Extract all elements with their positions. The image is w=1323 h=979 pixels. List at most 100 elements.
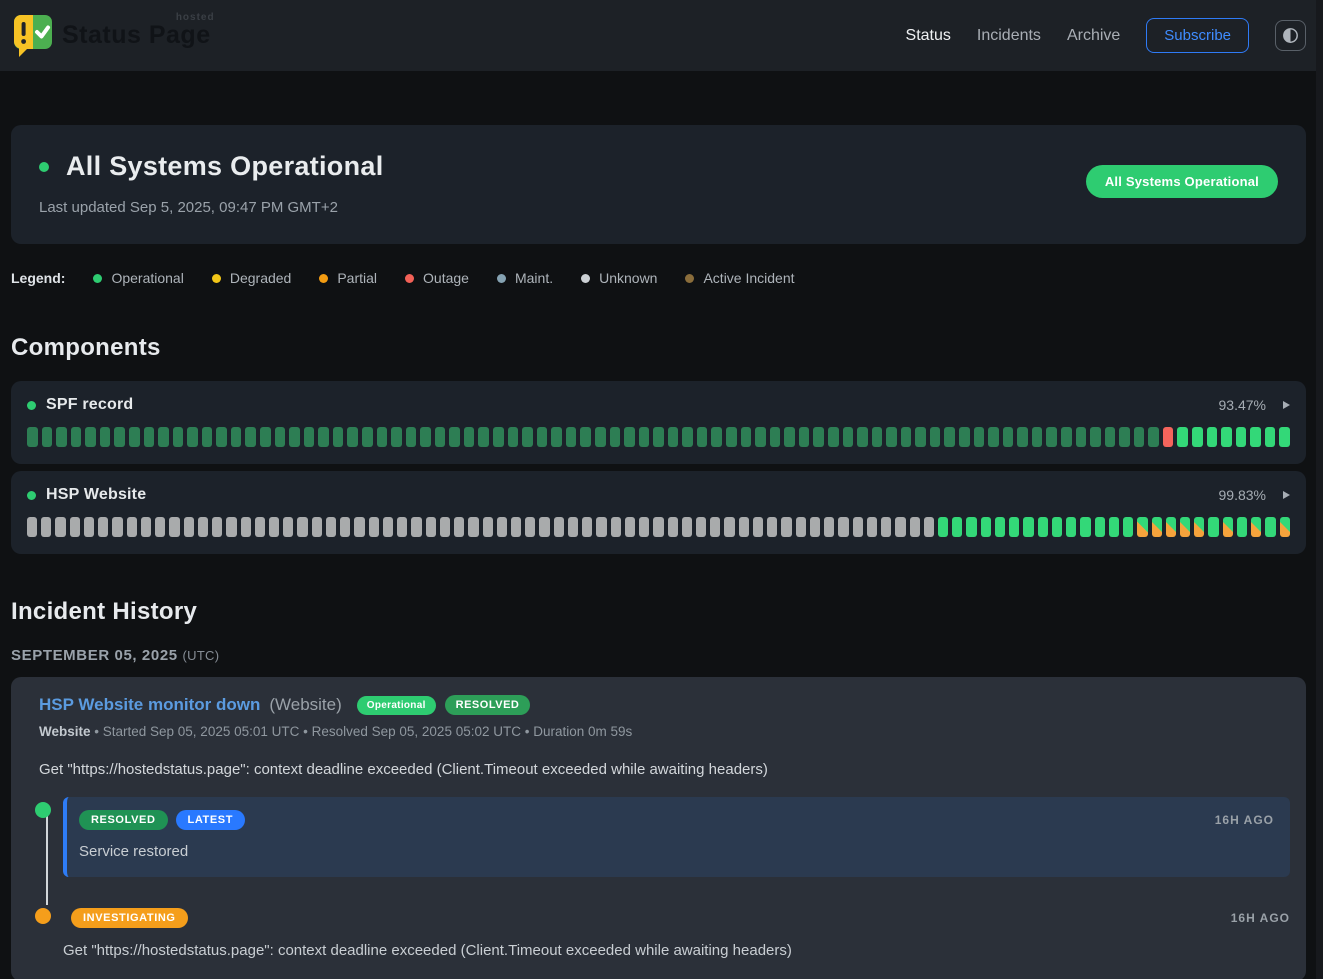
uptime-bar[interactable] [1032, 427, 1043, 447]
uptime-bar[interactable] [354, 517, 364, 537]
incident-title-link[interactable]: HSP Website monitor down [39, 695, 260, 715]
uptime-bar[interactable] [478, 427, 489, 447]
uptime-bar[interactable] [1095, 517, 1105, 537]
uptime-bar[interactable] [944, 427, 955, 447]
uptime-bar[interactable] [568, 517, 578, 537]
uptime-bar[interactable] [508, 427, 519, 447]
uptime-bar[interactable] [391, 427, 402, 447]
uptime-bar[interactable] [114, 427, 125, 447]
uptime-bar[interactable] [1152, 517, 1162, 537]
uptime-bar[interactable] [362, 427, 373, 447]
uptime-bar[interactable] [449, 427, 460, 447]
uptime-bar[interactable] [653, 517, 663, 537]
uptime-bar[interactable] [1166, 517, 1176, 537]
uptime-bar[interactable] [867, 517, 877, 537]
uptime-bar[interactable] [1052, 517, 1062, 537]
uptime-bar[interactable] [1194, 517, 1204, 537]
uptime-bar[interactable] [551, 427, 562, 447]
uptime-bar[interactable] [537, 427, 548, 447]
uptime-bar[interactable] [71, 427, 82, 447]
uptime-bar[interactable] [1090, 427, 1101, 447]
uptime-bar[interactable] [255, 517, 265, 537]
uptime-bar[interactable] [100, 427, 111, 447]
uptime-bar[interactable] [767, 517, 777, 537]
uptime-bar[interactable] [872, 427, 883, 447]
uptime-bar[interactable] [304, 427, 315, 447]
expand-icon[interactable] [1283, 491, 1290, 499]
uptime-bar[interactable] [1221, 427, 1232, 447]
uptime-bar[interactable] [312, 517, 322, 537]
uptime-bar[interactable] [245, 427, 256, 447]
uptime-bar[interactable] [857, 427, 868, 447]
uptime-bar[interactable] [1076, 427, 1087, 447]
uptime-bar[interactable] [886, 427, 897, 447]
uptime-bar[interactable] [1046, 427, 1057, 447]
uptime-bar[interactable] [726, 427, 737, 447]
uptime-bar[interactable] [202, 427, 213, 447]
uptime-bar[interactable] [910, 517, 920, 537]
uptime-bar[interactable] [1009, 517, 1019, 537]
uptime-bar[interactable] [813, 427, 824, 447]
uptime-bar[interactable] [781, 517, 791, 537]
uptime-bar[interactable] [755, 427, 766, 447]
uptime-bar[interactable] [141, 517, 151, 537]
uptime-bar[interactable] [1061, 427, 1072, 447]
uptime-bar[interactable] [406, 427, 417, 447]
component-card-hsp-website[interactable]: HSP Website 99.83% [11, 471, 1306, 554]
uptime-bar[interactable] [1109, 517, 1119, 537]
uptime-bar[interactable] [554, 517, 564, 537]
uptime-bar[interactable] [682, 427, 693, 447]
uptime-bar[interactable] [582, 517, 592, 537]
uptime-bar[interactable] [843, 427, 854, 447]
uptime-bar[interactable] [995, 517, 1005, 537]
uptime-bars[interactable] [27, 427, 1290, 447]
uptime-bar[interactable] [318, 427, 329, 447]
uptime-bar[interactable] [347, 427, 358, 447]
component-card-spf[interactable]: SPF record 93.47% [11, 381, 1306, 464]
uptime-bar[interactable] [212, 517, 222, 537]
uptime-bar[interactable] [895, 517, 905, 537]
uptime-bar[interactable] [1250, 427, 1261, 447]
uptime-bar[interactable] [1017, 427, 1028, 447]
uptime-bar[interactable] [169, 517, 179, 537]
nav-archive[interactable]: Archive [1067, 27, 1120, 45]
uptime-bar[interactable] [231, 427, 242, 447]
uptime-bar[interactable] [198, 517, 208, 537]
uptime-bar[interactable] [611, 517, 621, 537]
uptime-bar[interactable] [1023, 517, 1033, 537]
uptime-bar[interactable] [610, 427, 621, 447]
uptime-bar[interactable] [639, 517, 649, 537]
uptime-bar[interactable] [155, 517, 165, 537]
uptime-bar[interactable] [369, 517, 379, 537]
uptime-bar[interactable] [1207, 427, 1218, 447]
uptime-bar[interactable] [539, 517, 549, 537]
uptime-bar[interactable] [595, 427, 606, 447]
uptime-bar[interactable] [112, 517, 122, 537]
uptime-bar[interactable] [525, 517, 535, 537]
uptime-bar[interactable] [1180, 517, 1190, 537]
uptime-bar[interactable] [1237, 517, 1247, 537]
uptime-bar[interactable] [464, 427, 475, 447]
uptime-bar[interactable] [915, 427, 926, 447]
uptime-bar[interactable] [799, 427, 810, 447]
uptime-bar[interactable] [741, 427, 752, 447]
uptime-bar[interactable] [27, 427, 38, 447]
uptime-bar[interactable] [580, 427, 591, 447]
uptime-bar[interactable] [158, 427, 169, 447]
uptime-bar[interactable] [930, 427, 941, 447]
uptime-bar[interactable] [377, 427, 388, 447]
uptime-bar[interactable] [668, 517, 678, 537]
uptime-bar[interactable] [1177, 427, 1188, 447]
uptime-bar[interactable] [696, 517, 706, 537]
scrollbar-track[interactable] [1316, 0, 1323, 979]
expand-icon[interactable] [1283, 401, 1290, 409]
uptime-bar[interactable] [1038, 517, 1048, 537]
uptime-bar[interactable] [454, 517, 464, 537]
uptime-bar[interactable] [1148, 427, 1159, 447]
uptime-bar[interactable] [483, 517, 493, 537]
uptime-bar[interactable] [1066, 517, 1076, 537]
uptime-bar[interactable] [289, 427, 300, 447]
uptime-bar[interactable] [924, 517, 934, 537]
uptime-bar[interactable] [411, 517, 421, 537]
uptime-bar[interactable] [260, 427, 271, 447]
